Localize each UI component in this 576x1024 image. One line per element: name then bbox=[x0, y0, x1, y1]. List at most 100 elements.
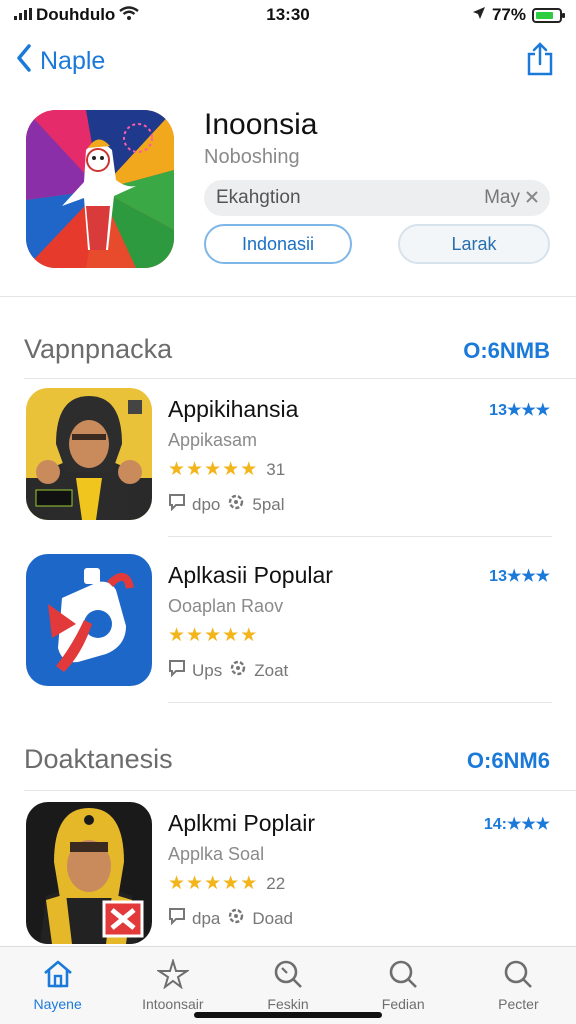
meta-b: Doad bbox=[252, 908, 294, 928]
app-icon bbox=[26, 802, 152, 944]
divider bbox=[168, 536, 552, 537]
share-icon bbox=[526, 42, 554, 80]
divider bbox=[168, 702, 552, 703]
gear-icon bbox=[226, 492, 246, 517]
star-icon: ★ bbox=[168, 625, 187, 646]
tab-home[interactable]: Nayene bbox=[0, 947, 115, 1024]
section-title: Vapnpnacka bbox=[24, 334, 173, 364]
star-icon: ★ bbox=[204, 873, 223, 894]
star-rating: ★★★★★ bbox=[168, 624, 258, 647]
app-icon bbox=[26, 388, 152, 520]
home-icon bbox=[42, 959, 74, 992]
app-subtitle: Ooaplan Raov bbox=[168, 596, 284, 616]
search-right-text: May bbox=[484, 187, 520, 208]
app-rank: 14:★★★ bbox=[483, 816, 550, 833]
rating-count: 22 bbox=[266, 873, 286, 893]
battery-percent: 77% bbox=[491, 5, 526, 24]
tab-label: Feskin bbox=[267, 996, 309, 1012]
meta-a: dpo bbox=[192, 494, 221, 514]
section-see-all-link[interactable]: O:6NMB bbox=[463, 338, 550, 364]
search-field[interactable]: Ekahgtion May bbox=[204, 180, 550, 216]
back-label: Naple bbox=[40, 47, 106, 75]
star-icon: ★ bbox=[222, 459, 241, 480]
star-icon: ★ bbox=[168, 459, 187, 480]
section-title: Doaktanesis bbox=[24, 744, 173, 774]
rating: ★★★★★ 22 bbox=[168, 872, 285, 895]
star-icon: ★ bbox=[168, 873, 187, 894]
meta-a: dpa bbox=[192, 908, 221, 928]
back-button[interactable]: Naple bbox=[16, 44, 105, 79]
primary-action-button[interactable]: Indonasii bbox=[204, 224, 352, 264]
tab-label: Intoonsair bbox=[142, 996, 204, 1012]
divider bbox=[0, 296, 576, 297]
rating: ★★★★★ bbox=[168, 624, 266, 647]
gear-icon bbox=[228, 658, 248, 683]
clear-icon[interactable] bbox=[526, 187, 538, 209]
star-icon: ★ bbox=[222, 873, 241, 894]
chat-icon bbox=[168, 659, 186, 682]
app-subtitle: Applka Soal bbox=[168, 844, 265, 864]
home-indicator[interactable] bbox=[194, 1012, 382, 1018]
app-subtitle: Appikasam bbox=[168, 430, 258, 450]
section-header: Vapnpnacka O:6NMB bbox=[0, 334, 576, 374]
app-title: Inoonsia bbox=[204, 108, 318, 141]
star-icon: ★ bbox=[204, 625, 223, 646]
star-icon: ★ bbox=[240, 625, 259, 646]
app-header: Inoonsia Noboshing Ekahgtion May Indonas… bbox=[0, 108, 576, 288]
rating-count: 31 bbox=[266, 459, 286, 479]
secondary-action-button[interactable]: Larak bbox=[398, 224, 550, 264]
rating: ★★★★★ 31 bbox=[168, 458, 285, 481]
chat-icon bbox=[168, 493, 186, 516]
section-see-all-link[interactable]: O:6NM6 bbox=[467, 748, 550, 774]
app-name: Appikihansia bbox=[168, 396, 299, 422]
divider bbox=[24, 790, 576, 791]
app-list-item[interactable]: Appikihansia Appikasam ★★★★★ 31 dpo 5pal… bbox=[0, 388, 576, 528]
star-icon: ★ bbox=[186, 459, 205, 480]
tab-label: Pecter bbox=[498, 996, 539, 1012]
app-meta: dpo 5pal bbox=[168, 492, 285, 517]
tab-search-2[interactable]: Pecter bbox=[461, 947, 576, 1024]
app-list-item[interactable]: Aplkasii Popular Ooaplan Raov ★★★★★ Ups … bbox=[0, 554, 576, 694]
app-subtitle: Noboshing bbox=[204, 146, 300, 168]
app-rank: 13★★★ bbox=[489, 402, 550, 419]
app-rank: 13★★★ bbox=[489, 568, 550, 585]
star-icon: ★ bbox=[186, 625, 205, 646]
meta-b: 5pal bbox=[252, 494, 285, 514]
app-meta: dpa Doad bbox=[168, 906, 293, 931]
divider bbox=[24, 378, 576, 379]
section-header: Doaktanesis O:6NM6 bbox=[0, 744, 576, 784]
app-list-item[interactable]: Aplkmi Poplair Applka Soal ★★★★★ 22 dpa … bbox=[0, 802, 576, 944]
star-rating: ★★★★★ bbox=[168, 872, 258, 895]
action-buttons: Indonasii Larak bbox=[204, 224, 550, 266]
status-bar: Douhdulo 13:30 77% bbox=[0, 0, 576, 30]
nav-bar: Naple bbox=[0, 36, 576, 88]
search-icon bbox=[387, 959, 419, 992]
app-icon bbox=[26, 110, 174, 268]
status-right: 77% bbox=[472, 5, 565, 25]
star-icon: ★ bbox=[240, 873, 259, 894]
app-meta: Ups Zoat bbox=[168, 658, 288, 683]
meta-b: Zoat bbox=[254, 660, 289, 680]
app-icon bbox=[26, 554, 152, 686]
gear-icon bbox=[226, 906, 246, 931]
star-icon: ★ bbox=[240, 459, 259, 480]
meta-a: Ups bbox=[192, 660, 223, 680]
sparkle-icon bbox=[155, 957, 191, 992]
app-name: Aplkmi Poplair bbox=[168, 810, 315, 836]
star-rating: ★★★★★ bbox=[168, 458, 258, 481]
battery-fill bbox=[536, 11, 553, 19]
tab-label: Fedian bbox=[381, 996, 425, 1012]
tab-label: Nayene bbox=[33, 996, 82, 1012]
magnifier-icon bbox=[272, 959, 304, 992]
share-button[interactable] bbox=[526, 42, 554, 81]
battery-icon bbox=[532, 7, 565, 23]
star-icon: ★ bbox=[222, 625, 241, 646]
location-icon bbox=[472, 5, 486, 25]
chat-icon bbox=[168, 907, 186, 930]
search-value: Ekahgtion bbox=[216, 187, 301, 208]
search-icon bbox=[502, 959, 534, 992]
star-icon: ★ bbox=[204, 459, 223, 480]
chevron-left-icon bbox=[16, 44, 32, 79]
star-icon: ★ bbox=[186, 873, 205, 894]
app-name: Aplkasii Popular bbox=[168, 562, 333, 588]
